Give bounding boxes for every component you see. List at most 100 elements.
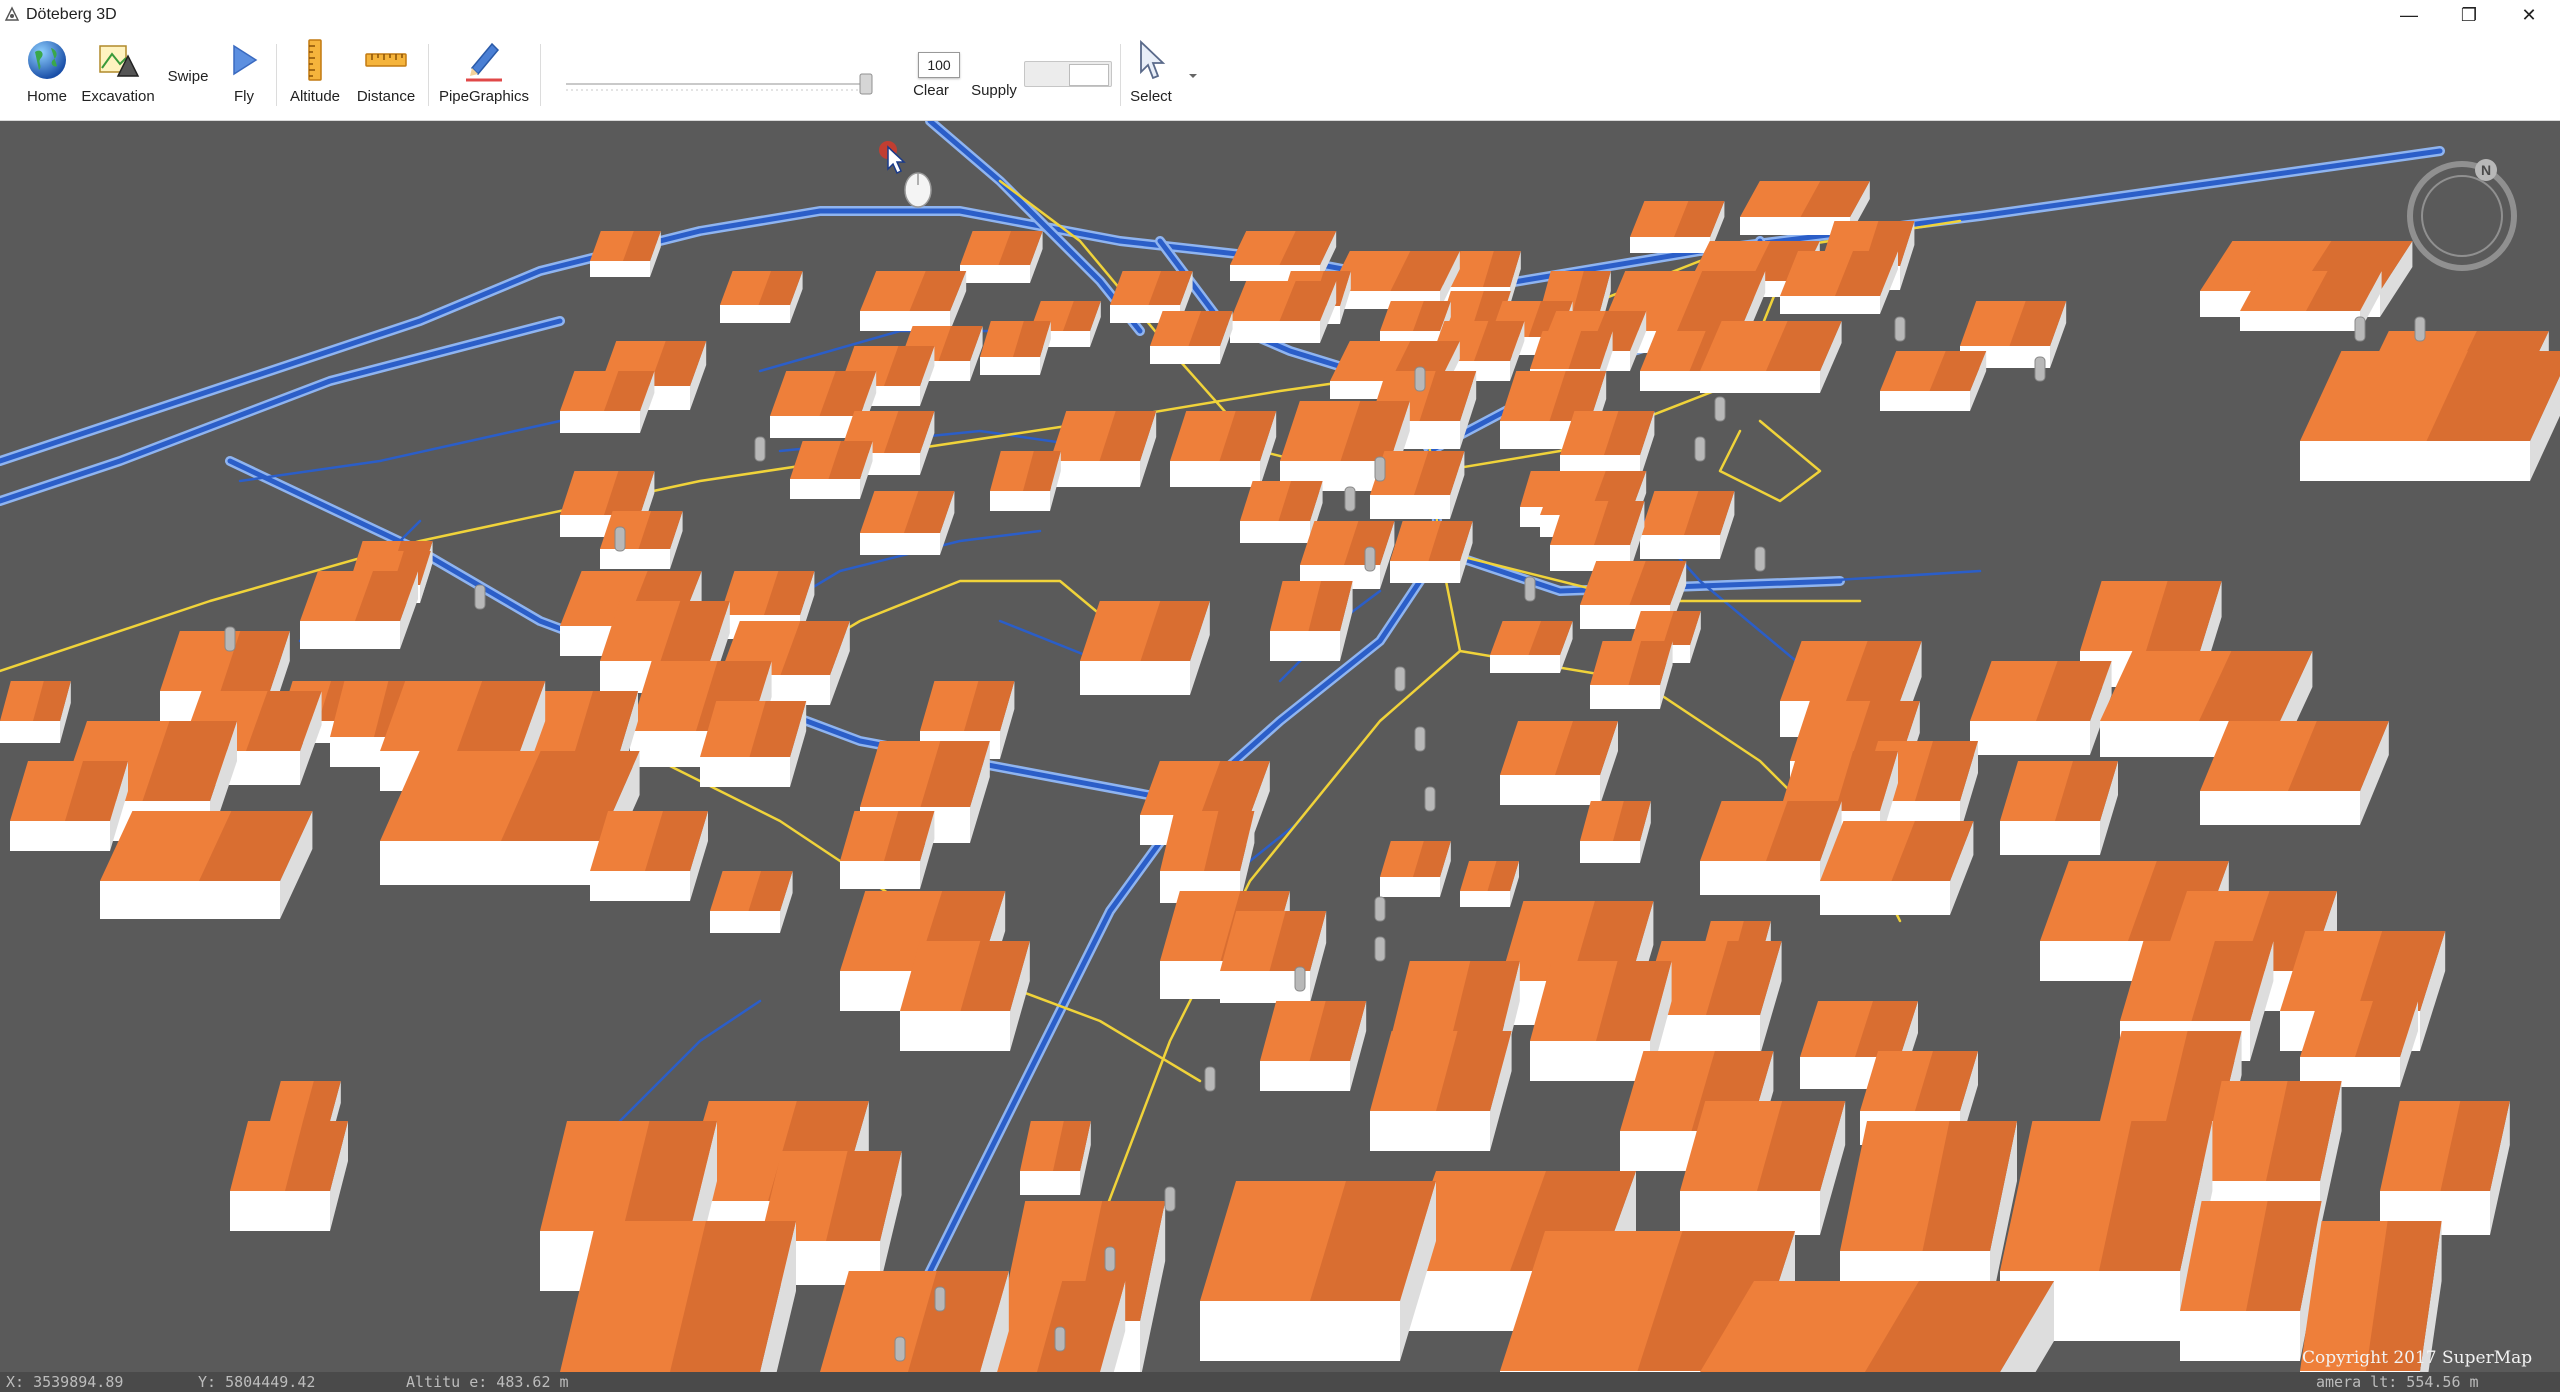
compass-icon[interactable]: N: [2404, 158, 2520, 274]
minimize-button[interactable]: —: [2380, 0, 2438, 30]
swipe-button[interactable]: Swipe: [160, 36, 216, 116]
building-front-wall: [2200, 791, 2360, 825]
home-button[interactable]: Home: [16, 36, 78, 116]
altitude-button[interactable]: Altitude: [282, 36, 348, 116]
toolbar-separator: [428, 44, 429, 106]
building: [960, 231, 1043, 283]
building: [1050, 411, 1157, 487]
fly-button[interactable]: Fly: [216, 36, 272, 116]
pipe-fitting: [2034, 356, 2046, 382]
building-front-wall: [980, 357, 1040, 375]
toolbar-separator: [540, 44, 541, 106]
building-front-wall: [860, 533, 940, 555]
pipegraphics-button[interactable]: PipeGraphics: [434, 36, 534, 116]
building-front-wall: [1370, 1111, 1490, 1151]
building-front-wall: [1880, 391, 1970, 411]
building: [1270, 581, 1353, 661]
select-button[interactable]: Select: [1126, 36, 1176, 116]
home-label: Home: [26, 88, 67, 105]
excavation-label: Excavation: [81, 88, 155, 105]
building-front-wall: [1970, 721, 2090, 755]
building-front-wall: [1260, 1061, 1350, 1091]
pipe-fitting: [894, 1336, 906, 1362]
building-front-wall: [990, 491, 1050, 511]
building: [590, 231, 661, 277]
building: [1370, 1031, 1512, 1151]
chevron-down-icon[interactable]: [1186, 68, 1200, 82]
window-title: Döteberg 3D: [26, 6, 117, 23]
fitting-body: [614, 526, 626, 552]
supply-toggle[interactable]: [1024, 61, 1112, 87]
fitting-body: [1054, 1326, 1066, 1352]
building-front-wall: [100, 881, 280, 919]
building: [2180, 1201, 2322, 1361]
pipe-fitting: [1414, 726, 1426, 752]
building-front-wall: [700, 757, 790, 787]
fitting-body: [1294, 966, 1306, 992]
building-front-wall: [1230, 321, 1320, 343]
slider-thumb[interactable]: [859, 73, 873, 95]
building: [990, 451, 1061, 511]
status-y-coordinate: Y: 5804449.42: [198, 1373, 316, 1391]
building-front-wall: [1050, 461, 1140, 487]
building-front-wall: [590, 871, 690, 901]
building: [900, 941, 1030, 1051]
fly-play-icon: [233, 44, 258, 76]
building-front-wall: [560, 411, 640, 433]
fitting-body: [1714, 396, 1726, 422]
building-front-wall: [2240, 311, 2360, 331]
building: [1580, 801, 1651, 863]
building-front-wall: [1640, 535, 1720, 559]
building: [10, 761, 128, 851]
distance-button[interactable]: Distance: [350, 36, 422, 116]
close-icon: ✕: [2521, 4, 2537, 25]
building-front-wall: [1380, 877, 1440, 897]
building: [720, 271, 803, 323]
building: [1150, 311, 1233, 364]
building: [1230, 281, 1337, 343]
fitting-body: [1344, 486, 1356, 512]
building-front-wall: [1460, 891, 1510, 907]
building: [980, 321, 1051, 375]
building: [1260, 1001, 1367, 1091]
map-3d-viewport[interactable]: [0, 121, 2560, 1372]
select-label: Select: [1130, 88, 1172, 105]
restore-button[interactable]: ❐: [2440, 0, 2498, 30]
building: [1170, 411, 1277, 487]
building: [1680, 1101, 1846, 1235]
supply-label: Supply: [971, 81, 1017, 99]
building-front-wall: [1170, 461, 1260, 487]
building: [1550, 501, 1645, 571]
close-button[interactable]: ✕: [2500, 0, 2558, 30]
building-front-wall: [1590, 685, 1660, 709]
building: [1880, 351, 1987, 411]
fitting-body: [1524, 576, 1536, 602]
pipe-fitting: [1424, 786, 1436, 812]
pipe-fitting: [474, 584, 486, 610]
building: [860, 271, 967, 331]
swipe-label: Swipe: [167, 67, 209, 85]
building-front-wall: [590, 261, 650, 277]
scene-canvas[interactable]: [0, 121, 2560, 1372]
pipe-fitting: [1414, 366, 1426, 392]
status-x-coordinate: X: 3539894.89: [6, 1373, 124, 1391]
building-front-wall: [1200, 1301, 1400, 1361]
fitting-body: [2034, 356, 2046, 382]
building: [2200, 721, 2389, 825]
status-bar: X: 3539894.89 Y: 5804449.42 Altitu e: 48…: [0, 1372, 2560, 1392]
building: [860, 491, 955, 555]
pipe-fitting: [1754, 546, 1766, 572]
clear-button[interactable]: Clear: [906, 36, 956, 130]
fitting-body: [224, 626, 236, 652]
opacity-slider[interactable]: [566, 72, 882, 96]
building: [1460, 861, 1519, 907]
excavation-button[interactable]: Excavation: [78, 36, 158, 116]
fitting-body: [1204, 1066, 1216, 1092]
pipe-fitting: [1374, 456, 1386, 482]
toolbar-separator: [276, 44, 277, 106]
building: [600, 511, 683, 569]
pipe-fitting: [1374, 896, 1386, 922]
fitting-body: [1104, 1246, 1116, 1272]
fitting-body: [474, 584, 486, 610]
building: [1390, 521, 1473, 583]
